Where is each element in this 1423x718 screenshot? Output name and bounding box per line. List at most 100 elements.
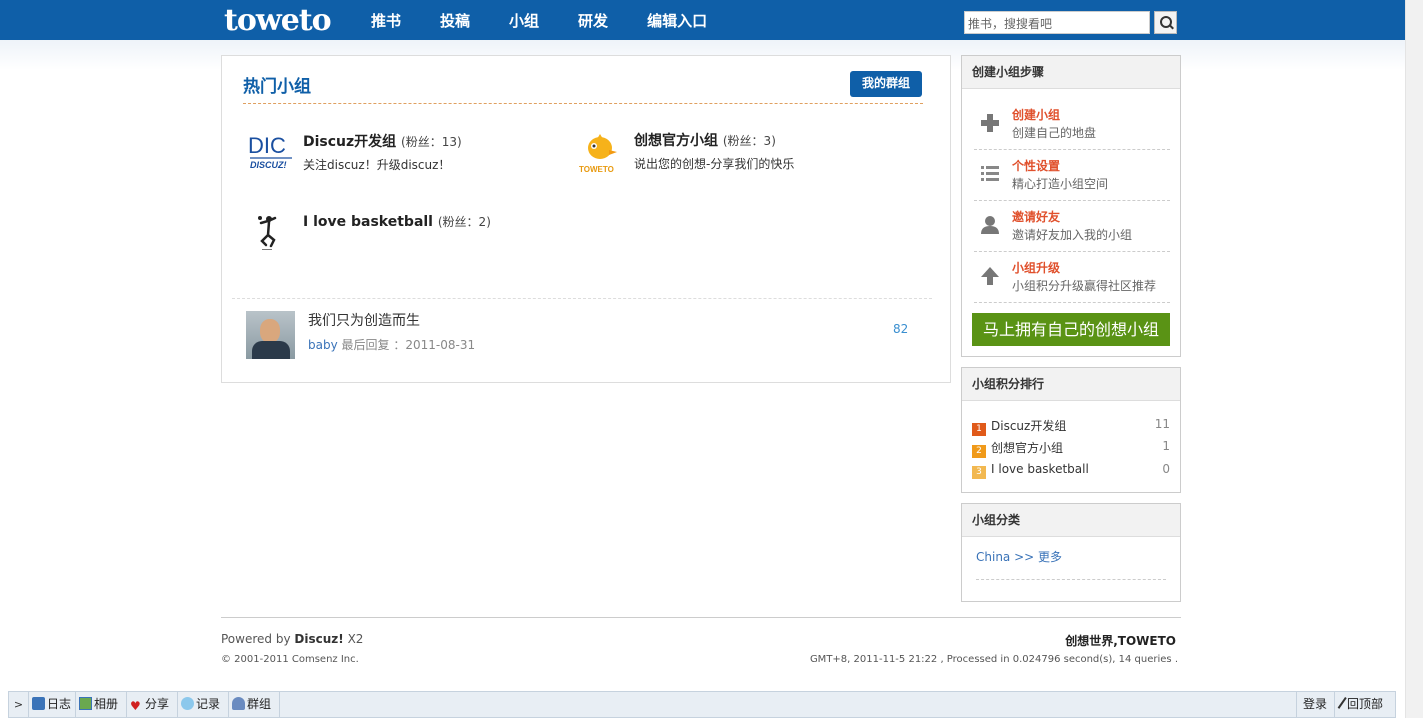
speech-bubble-icon	[181, 697, 194, 710]
step-item[interactable]: 创建小组 创建自己的地盘	[974, 99, 1170, 150]
my-groups-button[interactable]: 我的群组	[850, 71, 922, 97]
step-item[interactable]: 小组升级 小组积分升级赢得社区推荐	[974, 252, 1170, 303]
nav-item-tuishu[interactable]: 推书	[371, 0, 401, 40]
create-group-steps-panel: 创建小组步骤 创建小组 创建自己的地盘 个性设置 精心打造小组空间 邀请好友 邀…	[961, 55, 1181, 357]
powered-version: X2	[347, 632, 364, 646]
toolbar-item-share[interactable]: ♥ 分享	[127, 692, 178, 717]
login-link[interactable]: 登录	[1296, 692, 1333, 717]
bottom-toolbar: > 日志 相册 ♥ 分享 记录 群组 登录 回顶部	[8, 691, 1396, 718]
powered-prefix: Powered by	[221, 632, 291, 646]
toolbar-item-group[interactable]: 群组	[229, 692, 280, 717]
toolbar-toggle-button[interactable]: >	[9, 692, 29, 717]
group-name[interactable]: I love basketball (粉丝：2)	[303, 213, 491, 230]
post-meta: baby 最后回复 ：2011-08-31	[308, 336, 475, 353]
post-user-link[interactable]: baby	[308, 338, 338, 352]
rank-group-name[interactable]: 创想官方小组	[991, 441, 1063, 455]
group-name-text[interactable]: I love basketball	[303, 214, 433, 230]
blog-icon	[32, 697, 45, 710]
rank-number-badge: 3	[972, 466, 986, 479]
plus-icon	[981, 114, 999, 132]
footer-divider	[221, 617, 1181, 618]
step-description: 小组积分升级赢得社区推荐	[1012, 279, 1157, 293]
post-last-reply: 最后回复 ：2011-08-31	[341, 338, 476, 352]
toolbar-item-album[interactable]: 相册	[76, 692, 127, 717]
copyright: © 2001-2011 Comsenz Inc.	[221, 654, 359, 665]
toolbar-item-blog[interactable]: 日志	[29, 692, 76, 717]
basketball-player-icon[interactable]	[248, 213, 294, 259]
step-item[interactable]: 邀请好友 邀请好友加入我的小组	[974, 201, 1170, 252]
powered-by: Powered by Discuz! X2	[221, 632, 363, 646]
section-divider	[232, 298, 932, 299]
steps-title: 创建小组步骤	[962, 56, 1180, 89]
nav-item-editor-entry[interactable]: 编辑入口	[647, 0, 707, 40]
toolbar-label[interactable]: 群组	[247, 697, 271, 711]
category-link[interactable]: China >> 更多	[976, 548, 1062, 565]
discuz-link[interactable]: Discuz!	[294, 632, 343, 646]
step-item[interactable]: 个性设置 精心打造小组空间	[974, 150, 1170, 201]
rank-group-name[interactable]: Discuz开发组	[991, 419, 1066, 433]
site-slogan[interactable]: 创想世界,TOWETO	[1065, 632, 1176, 649]
toolbar-label[interactable]: 日志	[47, 697, 71, 711]
discuz-logo-icon[interactable]: DIC DISCUZ!	[248, 131, 294, 177]
step-title[interactable]: 创建小组	[1012, 106, 1060, 123]
step-title[interactable]: 邀请好友	[1012, 208, 1060, 225]
main-nav: 推书 投稿 小组 研发 编辑入口	[371, 0, 746, 40]
step-description: 创建自己的地盘	[1012, 126, 1097, 140]
back-to-top-button[interactable]: 回顶部	[1334, 692, 1389, 717]
panel-title: 热门小组	[243, 77, 311, 97]
category-title: 小组分类	[962, 504, 1180, 537]
back-to-top-label[interactable]: 回顶部	[1347, 697, 1383, 711]
album-icon	[79, 697, 92, 710]
arrow-up-icon	[981, 267, 999, 285]
nav-item-yanfa[interactable]: 研发	[578, 0, 608, 40]
discuz-logo-subtext: DISCUZ!	[250, 160, 287, 170]
step-description: 精心打造小组空间	[1012, 177, 1109, 191]
toweto-bird-logo-icon[interactable]: TOWETO	[579, 130, 625, 176]
rank-score: 0	[1162, 462, 1170, 476]
search-icon[interactable]	[1154, 11, 1177, 34]
nav-item-xiaozu[interactable]: 小组	[509, 0, 539, 40]
title-divider	[243, 103, 923, 104]
vertical-scrollbar[interactable]	[1405, 0, 1423, 718]
group-name[interactable]: Discuz开发组 (粉丝：13)	[303, 131, 462, 151]
avatar[interactable]	[246, 311, 295, 359]
group-fans: (粉丝：13)	[401, 135, 462, 149]
group-name-text[interactable]: 创想官方小组	[634, 133, 718, 149]
heart-icon: ♥	[130, 699, 141, 713]
processed-info: GMT+8, 2011-11-5 21:22 , Processed in 0.…	[809, 654, 1178, 665]
site-logo[interactable]: toweto	[224, 3, 332, 38]
rank-score: 1	[1162, 439, 1170, 453]
ranking-title: 小组积分排行	[962, 368, 1180, 401]
rank-number-badge: 2	[972, 445, 986, 458]
group-fans: (粉丝：2)	[437, 215, 491, 229]
rank-item[interactable]: 2 创想官方小组 1	[972, 439, 1170, 459]
group-description: 关注discuz！升级discuz！	[303, 158, 451, 172]
toolbar-label[interactable]: 分享	[145, 697, 169, 711]
rank-score: 11	[1154, 417, 1170, 431]
step-title[interactable]: 小组升级	[1012, 259, 1060, 276]
group-fans: (粉丝：3)	[722, 134, 776, 148]
top-navigation-bar: toweto 推书 投稿 小组 研发 编辑入口 推书，搜搜看吧	[0, 0, 1405, 40]
create-group-button[interactable]: 马上拥有自己的创想小组	[972, 313, 1170, 346]
search-input[interactable]: 推书，搜搜看吧	[964, 11, 1150, 34]
toolbar-label[interactable]: 相册	[94, 697, 118, 711]
step-title[interactable]: 个性设置	[1012, 157, 1060, 174]
category-divider	[976, 579, 1166, 580]
rank-group-name[interactable]: I love basketball	[991, 462, 1089, 476]
user-icon	[981, 216, 999, 234]
nav-item-tougao[interactable]: 投稿	[440, 0, 470, 40]
group-description: 说出您的创想-分享我们的快乐	[634, 157, 795, 171]
post-reply-count[interactable]: 82	[893, 322, 908, 336]
group-name-text[interactable]: Discuz开发组	[303, 134, 396, 150]
rank-number-badge: 1	[972, 423, 986, 436]
group-category-panel: 小组分类 China >> 更多	[961, 503, 1181, 602]
toolbar-label[interactable]: 记录	[196, 697, 220, 711]
rank-item[interactable]: 1 Discuz开发组 11	[972, 417, 1170, 437]
toolbar-item-doing[interactable]: 记录	[178, 692, 229, 717]
list-icon	[981, 166, 999, 181]
rank-item[interactable]: 3 I love basketball 0	[972, 462, 1170, 482]
group-name[interactable]: 创想官方小组 (粉丝：3)	[634, 130, 776, 150]
post-title[interactable]: 我们只为创造而生	[308, 310, 420, 330]
group-icon	[232, 697, 245, 710]
toweto-logo-text: TOWETO	[579, 165, 614, 174]
